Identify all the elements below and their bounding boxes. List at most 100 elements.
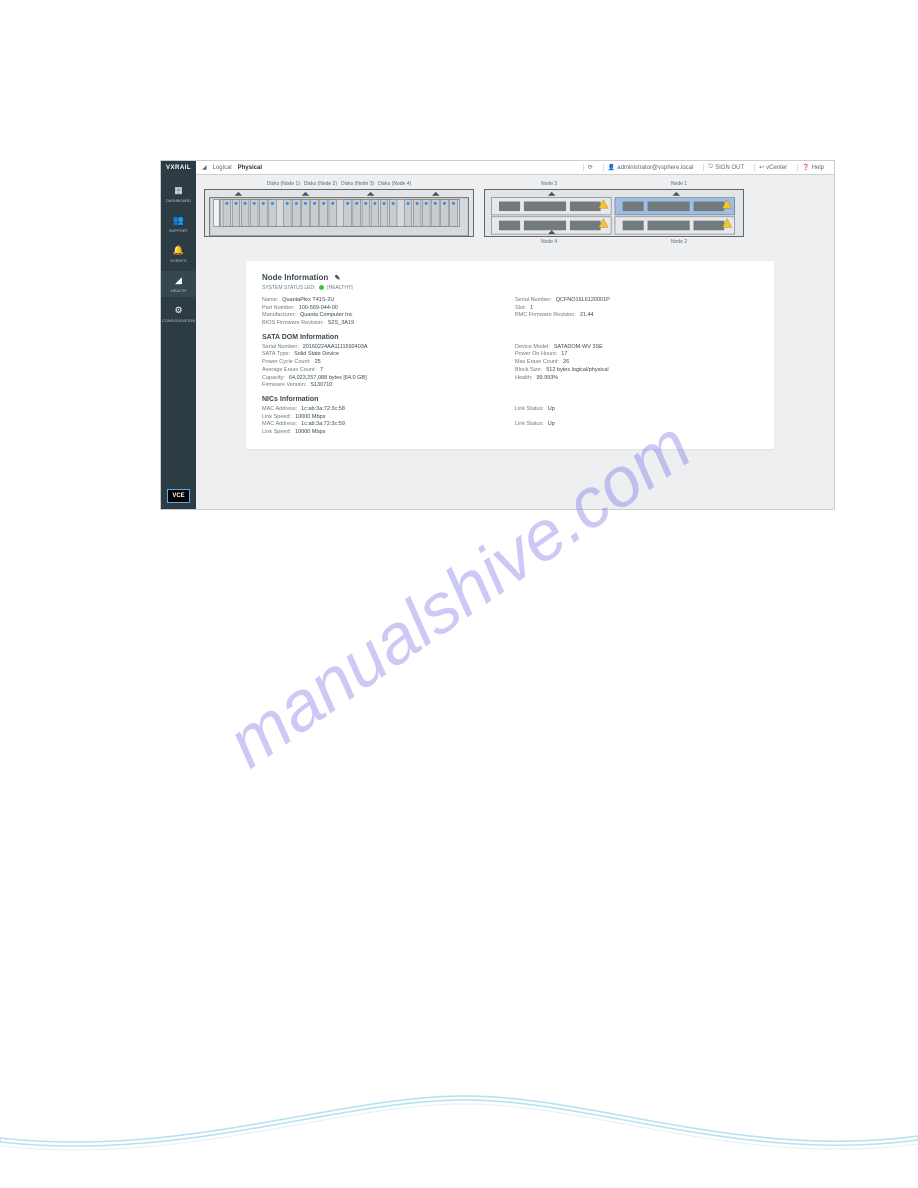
sidebar-item-label: DASHBOARD (166, 198, 191, 203)
nic-info-key: Link Status: (515, 421, 544, 429)
sata-info-key: Health: (515, 375, 532, 383)
sata-info-key: Serial Number: (262, 344, 299, 352)
brand-logo: VXRAIL (166, 165, 191, 171)
help-label: Help (812, 165, 824, 171)
sata-info-row: Serial Number: 20160224AA1111592403A (262, 344, 505, 352)
front-chassis: Disks (Node 1) Disks (Node 2) Disks (Nod… (204, 181, 474, 245)
disk-group-1[interactable]: Disks (Node 1) (267, 181, 300, 187)
sata-info-key: Power Cycle Count: (262, 359, 311, 367)
help-icon: ❓ (802, 164, 809, 171)
sata-info-key: Firmware Version: (262, 382, 306, 390)
tab-logical[interactable]: Logical (213, 165, 232, 171)
configuration-icon: ⚙ (174, 305, 182, 316)
vcenter-link[interactable]: ↩ vCenter (754, 164, 791, 171)
disk-group-labels: Disks (Node 1) Disks (Node 2) Disks (Nod… (204, 181, 474, 187)
main-area: ◢ Logical Physical ⟳ 👤 administrator@vsp… (196, 161, 834, 509)
sata-info-key: Average Erase Count: (262, 367, 316, 375)
node-info-key: Manufacturer: (262, 312, 296, 320)
status-text: [HEALTHY] (327, 285, 352, 291)
node-info-key: Part Number: (262, 305, 295, 313)
sata-info-row: Firmware Version: S130710 (262, 382, 505, 390)
sidebar-item-support[interactable]: 👥 SUPPORT (161, 211, 196, 237)
node-info-row: Name: QuantaPlex T41S-2U (262, 297, 505, 305)
node-info-row: Slot:1 (515, 305, 758, 313)
sata-info-row: Device Model:SATADOM-WV 3SE (515, 344, 758, 352)
node-label-1[interactable]: Node 1 (671, 181, 687, 187)
node-info-key: BMC Firmware Revision: (515, 312, 576, 320)
sata-info-row: Max Erase Count: 26 (515, 359, 758, 367)
node-info-grid: Name:QuantaPlex T41S-2UPart Number:100-5… (262, 297, 758, 328)
node-info-row: Manufacturer:Quanta Computer Inc (262, 312, 505, 320)
sata-info-value: 17 (561, 351, 567, 359)
node-info-key: Slot: (515, 305, 526, 313)
disk-group-3[interactable]: Disks (Node 3) (341, 181, 374, 187)
nic-info-value: Up (548, 421, 555, 429)
topbar: ◢ Logical Physical ⟳ 👤 administrator@vsp… (196, 161, 834, 175)
view-icon: ◢ (202, 164, 207, 171)
refresh-button[interactable]: ⟳ (583, 164, 597, 171)
sata-info-row: SATA Type:Solid State Device (262, 351, 505, 359)
sata-info-key: Max Erase Count: (515, 359, 559, 367)
events-icon: 🔔 (173, 245, 184, 256)
sata-info-value: 99.993% (536, 375, 558, 383)
nic-info-value: 1c:ab:3a:72:3c:58 (301, 406, 345, 414)
node-info-value: 21.44 (580, 312, 594, 320)
sata-info-row: Block Size:512 bytes logical/physical (515, 367, 758, 375)
nic-info-row: Link Speed:10000 Mbps (262, 429, 505, 437)
health-icon: ◢ (175, 275, 182, 286)
node-label-3[interactable]: Node 3 (541, 181, 557, 187)
nic-info-value: Up (548, 406, 555, 414)
sidebar-item-label: HEALTH (171, 288, 186, 293)
node-info-key: Name: (262, 297, 278, 305)
sata-info-value: 7 (320, 367, 323, 375)
signout-button[interactable]: ⎋ SIGN OUT (703, 164, 748, 171)
user-label[interactable]: 👤 administrator@vsphere.local (603, 164, 698, 171)
chassis-front-diagram[interactable] (204, 189, 474, 237)
signout-label: SIGN OUT (715, 165, 744, 171)
sata-info-row: Capacity:64,023,257,088 bytes [64.0 GB] (262, 375, 505, 383)
chassis-area: Disks (Node 1) Disks (Node 2) Disks (Nod… (196, 175, 834, 251)
dashboard-icon: ▦ (174, 185, 183, 196)
sata-grid: Serial Number: 20160224AA1111592403ASATA … (262, 344, 758, 390)
sidebar-item-health[interactable]: ◢ HEALTH (161, 271, 196, 297)
nic-info-row: MAC Address:1c:ab:3a:72:3c:58 (262, 406, 505, 414)
nic-info-value: 10000 Mbps (295, 429, 325, 437)
node-info-key: BIOS Firmware Revision: (262, 320, 324, 328)
disk-group-4[interactable]: Disks (Node 4) (378, 181, 411, 187)
node-label-2[interactable]: Node 2 (671, 239, 687, 245)
sata-info-row: Average Erase Count: 7 (262, 367, 505, 375)
sata-info-value: S130710 (310, 382, 332, 390)
signout-icon: ⎋ (708, 164, 713, 171)
node-info-value: S2S_3A19 (328, 320, 354, 328)
node-info-value: QuantaPlex T41S-2U (282, 297, 334, 305)
footer-wave (0, 1068, 918, 1188)
sata-info-value: 25 (315, 359, 321, 367)
nic-info-value: 10000 Mbps (295, 414, 325, 422)
sata-info-key: Block Size: (515, 367, 542, 375)
support-icon: 👥 (173, 215, 184, 226)
sidebar-item-events[interactable]: 🔔 EVENTS (161, 241, 196, 267)
nic-info-value: 1c:ab:3a:72:3c:59 (301, 421, 345, 429)
chassis-back-diagram[interactable] (484, 189, 744, 237)
nic-info-key: Link Status: (515, 406, 544, 414)
sata-info-value: 26 (563, 359, 569, 367)
help-link[interactable]: ❓ Help (797, 164, 828, 171)
tab-physical[interactable]: Physical (238, 165, 262, 171)
edit-icon[interactable]: ✎ (334, 275, 340, 282)
node-label-4[interactable]: Node 4 (541, 239, 557, 245)
sata-info-key: Capacity: (262, 375, 285, 383)
disk-group-2[interactable]: Disks (Node 2) (304, 181, 337, 187)
sata-info-value: 20160224AA1111592403A (303, 344, 368, 352)
sidebar-item-dashboard[interactable]: ▦ DASHBOARD (161, 181, 196, 207)
vce-logo: VCE (167, 489, 189, 503)
user-icon: 👤 (608, 164, 615, 171)
sidebar-item-label: CONFIGURATION (162, 318, 195, 323)
node-info-row: Serial Number:QCFNO16L6120001P (515, 297, 758, 305)
sata-info-key: Power On Hours: (515, 351, 557, 359)
node-info-card: Node Information ✎ SYSTEM STATUS LED: [H… (246, 261, 774, 449)
sidebar-item-configuration[interactable]: ⚙ CONFIGURATION (161, 301, 196, 327)
sata-info-row: Power On Hours: 17 (515, 351, 758, 359)
node-info-key: Serial Number: (515, 297, 552, 305)
app-window: VXRAIL ▦ DASHBOARD 👥 SUPPORT 🔔 EVENTS ◢ … (160, 160, 835, 510)
nics-grid: MAC Address:1c:ab:3a:72:3c:58 Link Speed:… (262, 406, 758, 437)
